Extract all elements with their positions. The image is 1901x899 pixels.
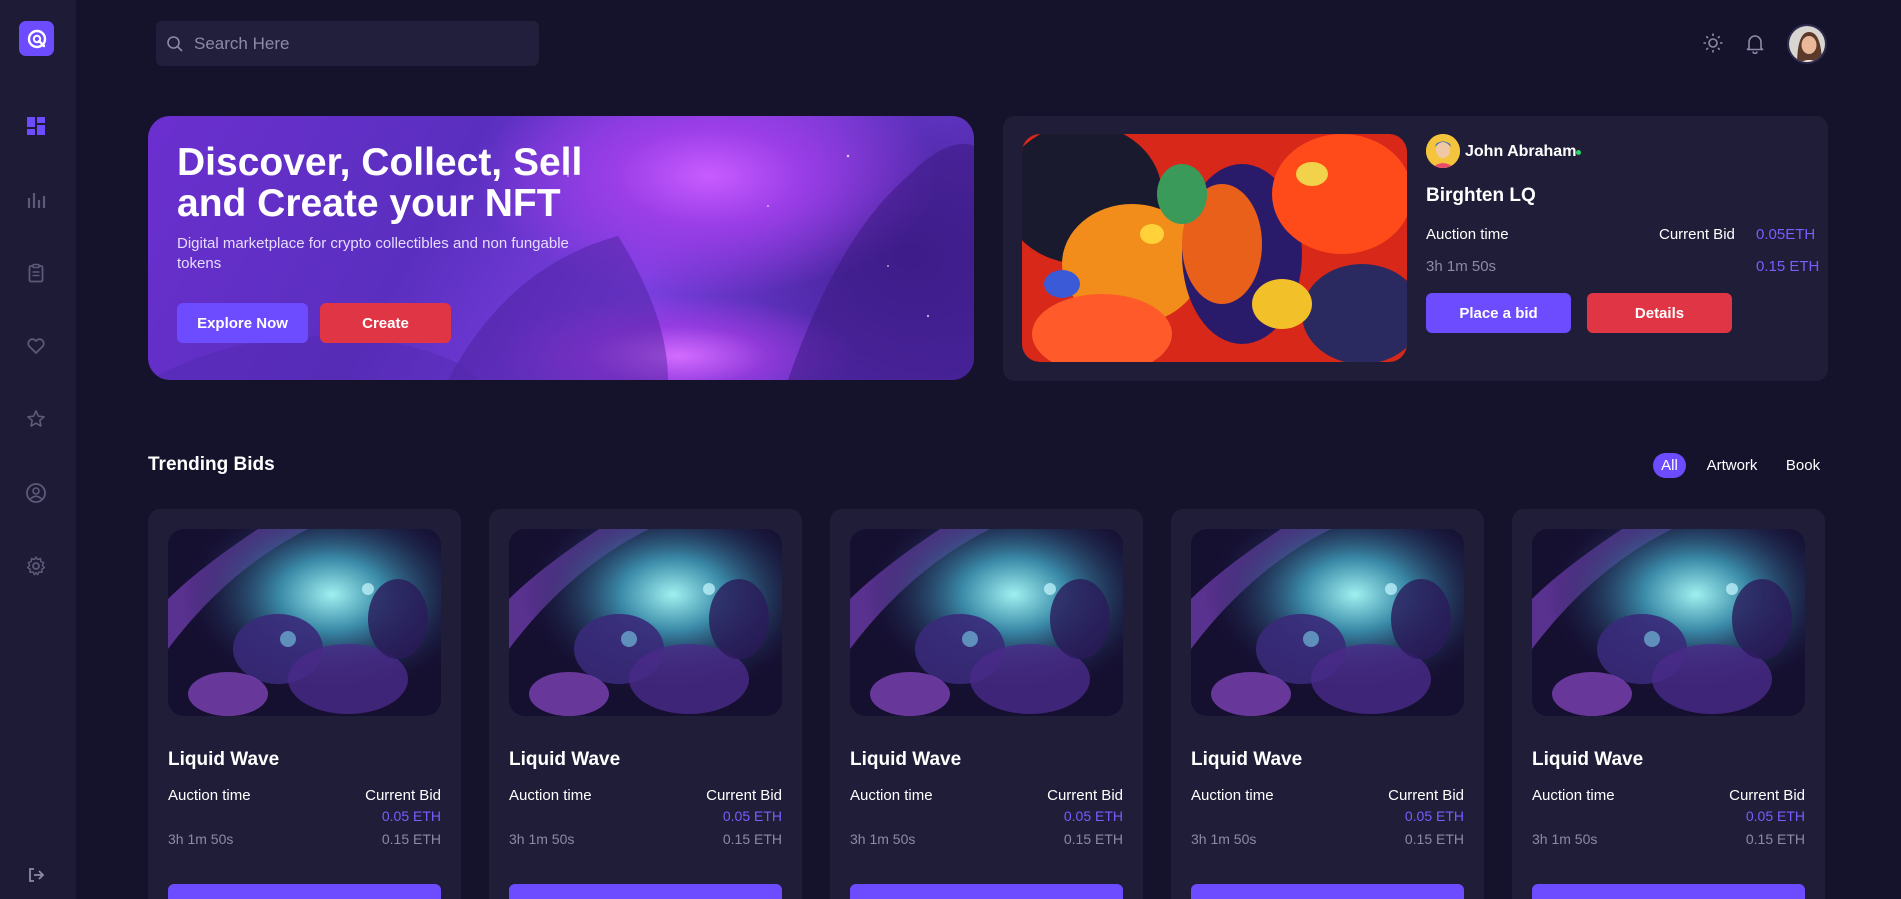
bid-value-secondary: 0.15 ETH bbox=[381, 831, 441, 847]
auction-time-value: 3h 1m 50s bbox=[1426, 258, 1497, 275]
owner-avatar[interactable] bbox=[1426, 134, 1460, 168]
bid-value-secondary: 0.15 ETH bbox=[1404, 831, 1464, 847]
hero-title-line2: and Create your NFT bbox=[177, 182, 561, 225]
nft-card[interactable]: Liquid Wave Auction time Current Bid 0.0… bbox=[830, 509, 1143, 899]
place-bid-button[interactable] bbox=[509, 884, 782, 899]
auction-time-label: Auction time bbox=[168, 787, 251, 804]
logo-icon bbox=[27, 29, 46, 48]
bid-value-secondary: 0.15 ETH bbox=[1063, 831, 1123, 847]
nft-card-image[interactable] bbox=[1532, 529, 1805, 716]
clipboard-icon[interactable] bbox=[24, 261, 48, 285]
nft-card[interactable]: Liquid Wave Auction time Current Bid 0.0… bbox=[1171, 509, 1484, 899]
hero-subtitle: Digital marketplace for crypto collectib… bbox=[177, 235, 569, 272]
hero-title: Discover, Collect, Sell and Create your … bbox=[177, 142, 657, 224]
owner-name[interactable]: John Abraham bbox=[1465, 143, 1576, 161]
auction-time-value: 3h 1m 50s bbox=[850, 831, 916, 847]
bid-value-secondary: 0.15 ETH bbox=[1745, 831, 1805, 847]
nft-card[interactable]: Liquid Wave Auction time Current Bid 0.0… bbox=[148, 509, 461, 899]
logo[interactable] bbox=[19, 21, 54, 56]
settings-icon[interactable] bbox=[24, 554, 48, 578]
current-bid-label: Current Bid bbox=[1388, 787, 1464, 804]
place-bid-button[interactable] bbox=[168, 884, 441, 899]
featured-nft-card: John Abraham Birghten LQ Auction time Cu… bbox=[1003, 116, 1828, 381]
nft-card[interactable]: Liquid Wave Auction time Current Bid 0.0… bbox=[1512, 509, 1825, 899]
nft-card-title: Liquid Wave bbox=[850, 749, 962, 770]
sidebar bbox=[0, 0, 76, 899]
auction-time-value: 3h 1m 50s bbox=[1191, 831, 1257, 847]
sun-icon[interactable] bbox=[1702, 32, 1724, 54]
nft-card-title: Liquid Wave bbox=[168, 749, 280, 770]
online-status-dot bbox=[1576, 150, 1581, 155]
current-bid-value: 0.05 ETH bbox=[1745, 808, 1805, 824]
hero-title-line1: Discover, Collect, Sell bbox=[177, 141, 583, 184]
current-bid-label: Current Bid bbox=[706, 787, 782, 804]
current-bid-value: 0.05 ETH bbox=[1404, 808, 1464, 824]
nft-card-title: Liquid Wave bbox=[1191, 749, 1303, 770]
nft-card-image[interactable] bbox=[850, 529, 1123, 716]
heart-icon[interactable] bbox=[24, 334, 48, 358]
auction-time-label: Auction time bbox=[1532, 787, 1615, 804]
nft-card-title: Liquid Wave bbox=[509, 749, 621, 770]
current-bid-value: 0.05 ETH bbox=[722, 808, 782, 824]
filter-book[interactable]: Book bbox=[1780, 453, 1826, 478]
search-bar bbox=[156, 21, 539, 66]
featured-nft-image[interactable] bbox=[1022, 134, 1407, 362]
bell-icon[interactable] bbox=[1744, 32, 1766, 54]
auction-time-value: 3h 1m 50s bbox=[1532, 831, 1598, 847]
auction-time-label: Auction time bbox=[1191, 787, 1274, 804]
avatar[interactable] bbox=[1787, 24, 1827, 64]
auction-time-label: Auction time bbox=[1426, 226, 1509, 243]
auction-time-label: Auction time bbox=[850, 787, 933, 804]
create-button[interactable]: Create bbox=[320, 303, 451, 343]
current-bid-value: 0.05 ETH bbox=[1063, 808, 1123, 824]
dashboard-icon[interactable] bbox=[24, 114, 48, 138]
current-bid-value: 0.05ETH bbox=[1756, 226, 1816, 243]
current-bid-label: Current Bid bbox=[1729, 787, 1805, 804]
details-button[interactable]: Details bbox=[1587, 293, 1732, 333]
current-bid-label: Current Bid bbox=[365, 787, 441, 804]
nft-card-image[interactable] bbox=[1191, 529, 1464, 716]
place-bid-button[interactable] bbox=[850, 884, 1123, 899]
place-bid-button[interactable] bbox=[1191, 884, 1464, 899]
auction-time-value: 3h 1m 50s bbox=[509, 831, 575, 847]
current-bid-label: Current Bid bbox=[1047, 787, 1123, 804]
featured-title: Birghten LQ bbox=[1426, 185, 1536, 206]
logout-icon[interactable] bbox=[24, 863, 48, 887]
nft-card[interactable]: Liquid Wave Auction time Current Bid 0.0… bbox=[489, 509, 802, 899]
nft-card-image[interactable] bbox=[509, 529, 782, 716]
search-input[interactable] bbox=[194, 33, 524, 54]
trending-bids-title: Trending Bids bbox=[148, 454, 275, 475]
current-bid-value: 0.05 ETH bbox=[381, 808, 441, 824]
nft-card-image[interactable] bbox=[168, 529, 441, 716]
bid-value-secondary: 0.15 ETH bbox=[722, 831, 782, 847]
auction-time-label: Auction time bbox=[509, 787, 592, 804]
star-icon[interactable] bbox=[24, 407, 48, 431]
current-bid-label: Current Bid bbox=[1659, 226, 1735, 243]
chart-icon[interactable] bbox=[24, 188, 48, 212]
place-bid-button[interactable]: Place a bid bbox=[1426, 293, 1571, 333]
user-icon[interactable] bbox=[24, 481, 48, 505]
hero-banner: Discover, Collect, Sell and Create your … bbox=[148, 116, 974, 380]
nft-card-title: Liquid Wave bbox=[1532, 749, 1644, 770]
bid-value-secondary: 0.15 ETH bbox=[1756, 258, 1820, 275]
filter-all[interactable]: All bbox=[1653, 453, 1686, 478]
auction-time-value: 3h 1m 50s bbox=[168, 831, 234, 847]
place-bid-button[interactable] bbox=[1532, 884, 1805, 899]
filter-artwork[interactable]: Artwork bbox=[1703, 453, 1761, 478]
search-icon bbox=[167, 35, 183, 52]
explore-now-button[interactable]: Explore Now bbox=[177, 303, 308, 343]
